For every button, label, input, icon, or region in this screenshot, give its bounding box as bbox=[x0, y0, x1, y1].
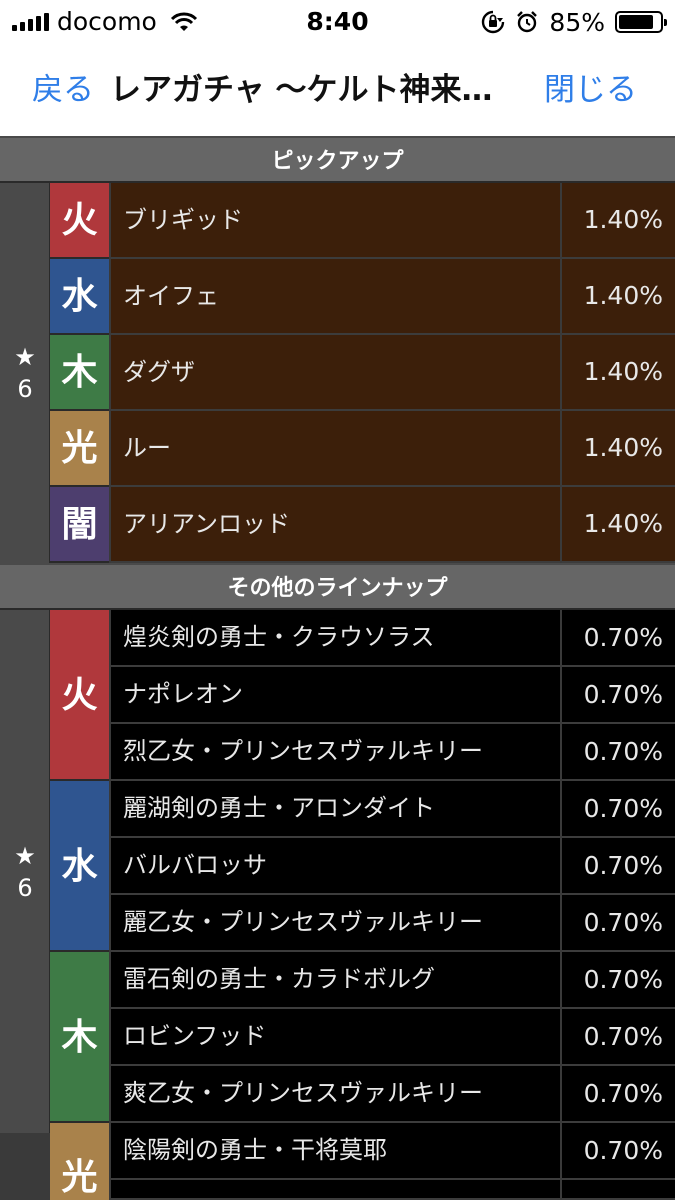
monster-name[interactable]: 麗湖剣の勇士・アロンダイト bbox=[111, 781, 560, 838]
monster-name[interactable]: 烈乙女・プリンセスヴァルキリー bbox=[111, 724, 560, 781]
attribute-light-icon: 光 bbox=[50, 1123, 109, 1200]
battery-fill bbox=[619, 15, 653, 29]
attribute-fire-icon: 火 bbox=[50, 610, 109, 781]
monster-name[interactable]: 爽乙女・プリンセスヴァルキリー bbox=[111, 1066, 560, 1123]
table-row-partial bbox=[562, 1180, 675, 1200]
status-right: 85% bbox=[481, 7, 667, 37]
rarity-column: ★ 6 bbox=[0, 183, 50, 563]
rarity-label: ★ 6 bbox=[0, 341, 50, 405]
monster-name[interactable]: ナポレオン bbox=[111, 667, 560, 724]
monster-name[interactable]: 陰陽剣の勇士・干将莫耶 bbox=[111, 1123, 560, 1180]
pickup-header: ピックアップ bbox=[0, 136, 675, 183]
monster-name[interactable]: ブリギッド bbox=[111, 183, 560, 259]
close-button[interactable]: 閉じる bbox=[544, 70, 637, 110]
monster-name[interactable]: ロビンフッド bbox=[111, 1009, 560, 1066]
lineup-header: その他のラインナップ bbox=[0, 563, 675, 610]
monster-name[interactable]: ダグザ bbox=[111, 335, 560, 411]
monster-name[interactable]: 煌炎剣の勇士・クラウソラス bbox=[111, 610, 560, 667]
drop-rate: 0.70% bbox=[562, 838, 675, 895]
star-icon: ★ bbox=[14, 343, 36, 371]
nav-bar: 戻る レアガチャ 〜ケルト神来… 閉じる bbox=[0, 44, 675, 136]
battery-percent: 85% bbox=[549, 7, 605, 37]
drop-rate: 1.40% bbox=[562, 335, 675, 411]
attribute-wood-icon: 木 bbox=[50, 335, 109, 411]
monster-name[interactable]: 雷石剣の勇士・カラドボルグ bbox=[111, 952, 560, 1009]
page-title: レアガチャ 〜ケルト神来… bbox=[110, 72, 493, 108]
drop-rate: 1.40% bbox=[562, 411, 675, 487]
attribute-fire-icon: 火 bbox=[50, 183, 109, 259]
back-button[interactable]: 戻る bbox=[32, 70, 94, 110]
drop-rate: 0.70% bbox=[562, 667, 675, 724]
monster-name[interactable]: ルー bbox=[111, 411, 560, 487]
drop-rate: 0.70% bbox=[562, 1066, 675, 1123]
gacha-rate-table: ピックアップ その他のラインナップ ★ 6 火ブリギッド 1.40% 水オイフェ 1.40… bbox=[0, 136, 675, 1200]
drop-rate: 0.70% bbox=[562, 1009, 675, 1066]
drop-rate: 0.70% bbox=[562, 781, 675, 838]
monster-name[interactable]: 麗乙女・プリンセスヴァルキリー bbox=[111, 895, 560, 952]
attribute-wood-icon: 木 bbox=[50, 952, 109, 1123]
drop-rate: 0.70% bbox=[562, 724, 675, 781]
rarity-column: ★ 6 bbox=[0, 610, 50, 1133]
rotation-lock-icon bbox=[482, 10, 505, 34]
drop-rate: 1.40% bbox=[562, 183, 675, 259]
monster-name[interactable]: アリアンロッド bbox=[111, 487, 560, 563]
rarity-value: 6 bbox=[17, 873, 33, 902]
table-row-partial bbox=[111, 1180, 560, 1200]
drop-rate: 0.70% bbox=[562, 895, 675, 952]
drop-rate: 0.70% bbox=[562, 952, 675, 1009]
attribute-water-icon: 水 bbox=[50, 781, 109, 952]
monster-name[interactable]: バルバロッサ bbox=[111, 838, 560, 895]
monster-name[interactable]: オイフェ bbox=[111, 259, 560, 335]
rarity-value: 6 bbox=[17, 375, 33, 403]
attribute-dark-icon: 闇 bbox=[50, 487, 109, 563]
star-icon: ★ bbox=[14, 841, 36, 870]
status-bar: docomo 8:40 85% bbox=[0, 0, 675, 44]
alarm-icon bbox=[517, 11, 538, 33]
drop-rate: 0.70% bbox=[562, 1123, 675, 1180]
battery-icon bbox=[615, 11, 667, 33]
attribute-water-icon: 水 bbox=[50, 259, 109, 335]
drop-rate: 1.40% bbox=[562, 487, 675, 563]
drop-rate: 1.40% bbox=[562, 259, 675, 335]
rarity-label: ★ 6 bbox=[0, 840, 50, 904]
attribute-light-icon: 光 bbox=[50, 411, 109, 487]
drop-rate: 0.70% bbox=[562, 610, 675, 667]
